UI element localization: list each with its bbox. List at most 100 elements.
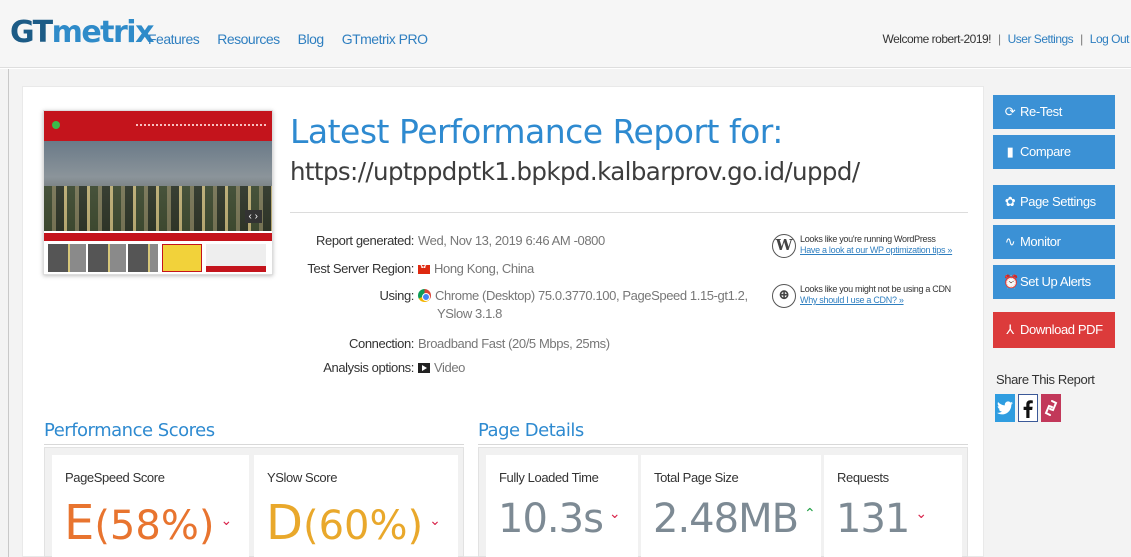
twitter-icon[interactable] (995, 394, 1015, 422)
nav-gtmetrix-pro[interactable]: GTmetrix PRO (342, 31, 428, 47)
thumb-notice (162, 244, 202, 272)
fully-loaded-value: 10.3s (498, 496, 604, 542)
link-icon[interactable] (1041, 394, 1061, 422)
retest-button[interactable]: ⟳ Re-Test (993, 95, 1115, 129)
detail-value: Hong Kong, China (434, 261, 534, 276)
detail-label: Connection: (349, 336, 414, 351)
globe-icon: ⊕ (772, 284, 796, 308)
button-label: Re-Test (1020, 104, 1062, 119)
yslow-label: YSlow Score (267, 470, 338, 485)
detail-label: Using: (379, 288, 415, 303)
yslow-score-card[interactable]: YSlow Score D(60%) ⌄ (254, 455, 458, 557)
section-rule (478, 444, 968, 445)
detail-value-wrap: Chrome (Desktop) 75.0.3770.100, PageSpee… (418, 288, 748, 303)
compare-icon: ▮ (1006, 144, 1014, 159)
pdf-icon: ⅄ (1006, 322, 1014, 337)
page-settings-button[interactable]: ✿ Page Settings (993, 185, 1115, 219)
total-size-value: 2.48MB (653, 496, 799, 542)
chevron-up-icon: ⌃ (804, 506, 816, 522)
gear-icon: ✿ (1004, 194, 1016, 209)
pulse-icon: ∿ (1004, 234, 1016, 249)
compare-button[interactable]: ▮ Compare (993, 135, 1115, 169)
detail-label: Analysis options: (323, 360, 414, 375)
left-border-line (8, 69, 9, 557)
fully-loaded-value-wrap: 10.3s ⌄ (498, 499, 621, 539)
chrome-icon (418, 289, 431, 302)
performance-scores-title: Performance Scores (44, 420, 215, 441)
detail-value-wrap: Video (418, 360, 465, 375)
cdn-link[interactable]: Why should I use a CDN? » (800, 295, 904, 305)
twitter-bird-glyph (997, 401, 1013, 415)
requests-value-wrap: 131 ⌄ (836, 499, 927, 539)
site-screenshot-thumbnail[interactable]: ‹ › (43, 110, 273, 275)
refresh-icon: ⟳ (1004, 104, 1016, 119)
logout-link[interactable]: Log Out (1090, 32, 1130, 46)
download-pdf-button[interactable]: ⅄ Download PDF (993, 312, 1115, 348)
total-size-value-wrap: 2.48MB ⌃ (653, 499, 816, 539)
thumb-hero-image: ‹ › (44, 141, 272, 231)
fully-loaded-label: Fully Loaded Time (499, 470, 599, 485)
detail-value: Broadband Fast (20/5 Mbps, 25ms) (418, 336, 610, 351)
pagespeed-label: PageSpeed Score (65, 470, 165, 485)
requests-label: Requests (837, 470, 889, 485)
nav-features[interactable]: Features (148, 31, 200, 47)
button-label: Set Up Alerts (1020, 274, 1091, 289)
detail-value: Chrome (Desktop) 75.0.3770.100, PageSpee… (435, 288, 748, 303)
pagespeed-percent: (58%) (94, 503, 215, 549)
thumb-strip (44, 233, 272, 241)
button-label: Compare (1020, 144, 1071, 159)
monitor-button[interactable]: ∿ Monitor (993, 225, 1115, 259)
detail-value: YSlow 3.1.8 (437, 306, 502, 321)
welcome-text: Welcome robert-2019! (882, 32, 992, 46)
thumb-crowd (44, 186, 272, 231)
page-details-title: Page Details (478, 420, 584, 441)
detail-label: Test Server Region: (307, 261, 414, 276)
report-heading: Latest Performance Report for: (290, 112, 783, 151)
facebook-f-glyph (1023, 400, 1033, 418)
pagespeed-grade: E (64, 495, 95, 551)
chevron-down-icon: ⌄ (429, 513, 441, 529)
button-label: Monitor (1020, 234, 1061, 249)
thumb-header (44, 111, 272, 141)
detail-value: Video (434, 360, 466, 375)
requests-card[interactable]: Requests 131 ⌄ (824, 455, 962, 557)
nav-blog[interactable]: Blog (298, 31, 325, 47)
button-label: Page Settings (1020, 194, 1096, 209)
facebook-icon[interactable] (1018, 394, 1038, 422)
thumb-sidebar (206, 244, 266, 272)
chevron-down-icon: ⌄ (220, 513, 233, 529)
hint-text-block: Looks like you're running WordPress Have… (800, 234, 952, 256)
account-links: Welcome robert-2019! | User Settings | Log O… (882, 32, 1130, 46)
nav-resources[interactable]: Resources (217, 31, 280, 47)
yslow-grade: D (266, 495, 303, 551)
set-up-alerts-button[interactable]: ⏰Set Up Alerts (993, 265, 1115, 299)
report-url: https://uptppdptk1.bpkpd.kalbarprov.go.i… (290, 157, 860, 186)
chevron-down-icon: ⌄ (608, 506, 621, 522)
thumb-menu (136, 124, 266, 127)
top-navigation-bar: GTmetrix Features Resources Blog GTmetri… (0, 0, 1131, 68)
hint-text-block: Looks like you might not be using a CDN … (800, 284, 951, 306)
wp-optimization-link[interactable]: Have a look at our WP optimization tips … (800, 245, 952, 255)
user-settings-link[interactable]: User Settings (1008, 32, 1074, 46)
pagespeed-score-card[interactable]: PageSpeed Score E(58%) ⌄ (52, 455, 249, 557)
thumb-gallery (48, 244, 158, 272)
fully-loaded-card[interactable]: Fully Loaded Time 10.3s ⌄ (486, 455, 638, 557)
requests-value: 131 (836, 496, 910, 542)
detail-value: Wed, Nov 13, 2019 6:46 AM -0800 (418, 233, 605, 248)
main-nav: Features Resources Blog GTmetrix PRO (148, 31, 445, 47)
wordpress-icon: W (772, 234, 796, 258)
thumb-logo (52, 121, 60, 129)
yslow-value: D(60%) ⌄ (266, 499, 441, 547)
yslow-percent: (60%) (302, 503, 424, 549)
thumb-slider-arrows: ‹ › (244, 210, 262, 223)
page-details-panel: Fully Loaded Time 10.3s ⌄ Total Page Size… (478, 447, 968, 557)
separator: | (998, 32, 1001, 46)
section-rule (44, 444, 464, 445)
total-size-card[interactable]: Total Page Size 2.48MB ⌃ (641, 455, 821, 557)
detail-value-wrap: Hong Kong, China (418, 261, 534, 276)
separator: | (1080, 32, 1083, 46)
hint-text: Looks like you might not be using a CDN (800, 284, 951, 294)
performance-scores-panel: PageSpeed Score E(58%) ⌄ YSlow Score D(60… (44, 447, 464, 557)
chain-link-glyph (1044, 400, 1058, 416)
gtmetrix-logo[interactable]: GTmetrix (10, 16, 154, 50)
